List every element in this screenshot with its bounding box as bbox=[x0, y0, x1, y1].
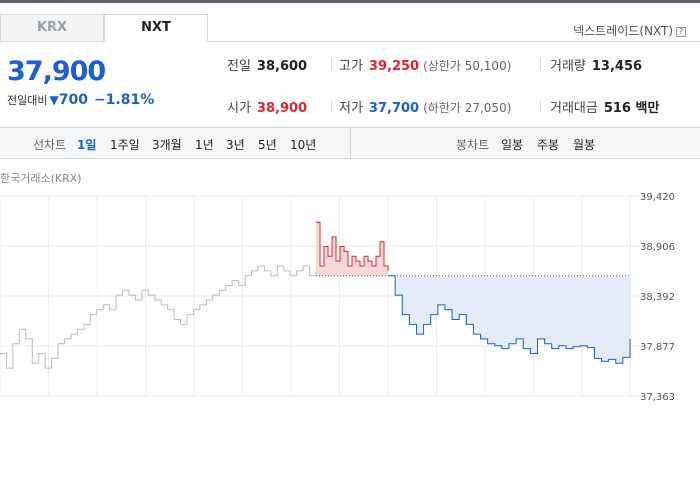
y-tick-label: 37,877 bbox=[640, 342, 675, 353]
below-baseline-fill bbox=[388, 275, 630, 364]
y-tick-label: 38,392 bbox=[640, 292, 675, 303]
price-chart: 39,420 38,906 38,392 37,877 37,363 bbox=[0, 192, 675, 403]
series-line-previous bbox=[0, 265, 317, 369]
y-axis-ticks: 39,420 38,906 38,392 37,877 37,363 bbox=[640, 192, 675, 403]
above-baseline-fill bbox=[316, 222, 388, 276]
y-tick-label: 37,363 bbox=[640, 392, 675, 403]
y-tick-label: 38,906 bbox=[640, 242, 675, 253]
y-tick-label: 39,420 bbox=[640, 192, 675, 203]
